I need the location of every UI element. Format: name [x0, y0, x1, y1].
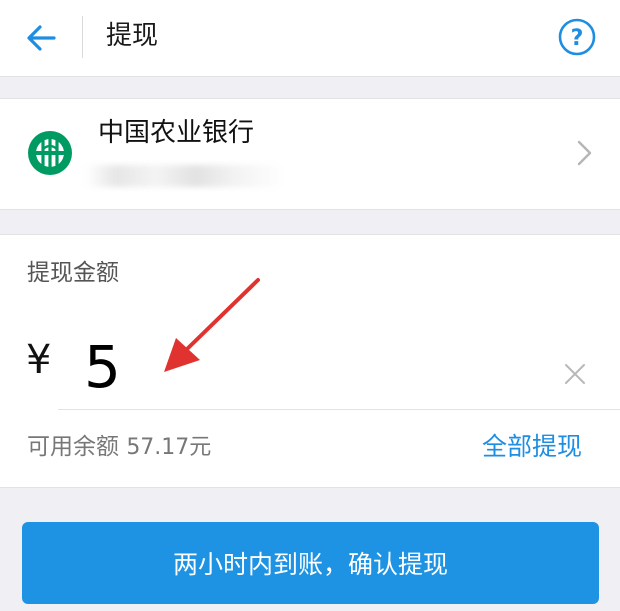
- bank-card-selector[interactable]: 中国农业银行: [0, 98, 620, 210]
- withdraw-all-link[interactable]: 全部提现: [482, 431, 582, 463]
- page-title: 提现: [106, 21, 159, 51]
- masked-account-number: [86, 165, 286, 187]
- input-divider: [58, 409, 620, 410]
- available-balance: 可用余额 57.17元: [27, 431, 211, 464]
- abc-bank-logo: [28, 131, 72, 175]
- amount-input[interactable]: [84, 331, 464, 403]
- confirm-withdraw-button[interactable]: 两小时内到账，确认提现: [22, 522, 599, 604]
- withdraw-amount-panel: 提现金额 ¥ 可用余额 57.17元 全部提现: [0, 234, 620, 488]
- svg-text:?: ?: [571, 26, 584, 51]
- balance-label: 可用余额: [27, 434, 119, 460]
- amount-label: 提现金额: [27, 260, 119, 286]
- chevron-right-icon: [577, 140, 592, 166]
- balance-value: 57.17元: [126, 435, 212, 460]
- top-bar: 提现 ?: [0, 0, 620, 77]
- bank-name: 中国农业银行: [98, 118, 255, 148]
- currency-symbol: ¥: [26, 337, 52, 383]
- header-divider: [82, 16, 83, 58]
- clear-icon[interactable]: [560, 359, 590, 389]
- arrow-left-icon[interactable]: [22, 18, 62, 58]
- question-circle-icon[interactable]: ?: [556, 16, 598, 58]
- annotation-arrow-icon: [164, 278, 260, 372]
